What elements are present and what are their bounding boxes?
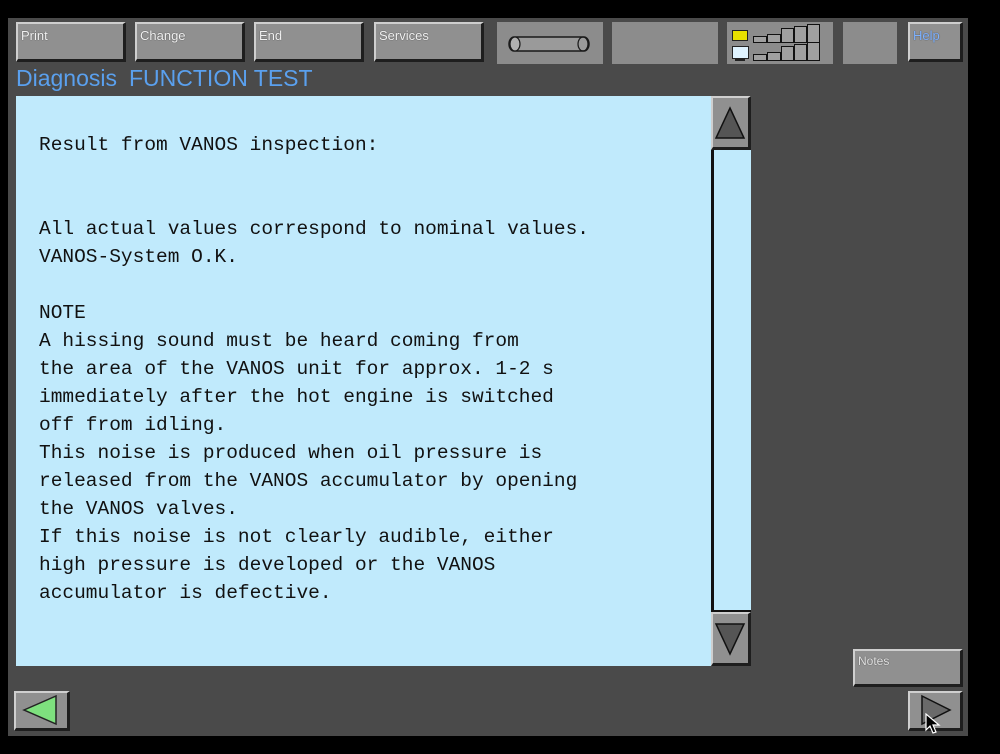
function-label: FUNCTION TEST bbox=[129, 65, 313, 91]
status-icons-panel bbox=[727, 22, 833, 64]
note-line: A hissing sound must be heard coming fro… bbox=[39, 330, 519, 352]
note-line: accumulator is defective. bbox=[39, 582, 332, 604]
note-line: If this noise is not clearly audible, ei… bbox=[39, 526, 554, 548]
note-line: the VANOS valves. bbox=[39, 498, 238, 520]
result-text-panel: Result from VANOS inspection: All actual… bbox=[16, 96, 711, 666]
notes-button[interactable]: Notes bbox=[853, 649, 963, 687]
end-button[interactable]: End bbox=[254, 22, 364, 62]
back-button[interactable] bbox=[14, 691, 70, 731]
scroll-up-button[interactable] bbox=[711, 96, 751, 150]
status-display-blank bbox=[612, 22, 718, 64]
scroll-down-button[interactable] bbox=[711, 612, 751, 666]
triangle-down-icon bbox=[714, 623, 746, 656]
chip-icon bbox=[732, 30, 748, 41]
mouse-cursor-icon bbox=[925, 713, 941, 734]
progress-indicator bbox=[497, 22, 603, 64]
section-label: Diagnosis bbox=[16, 65, 117, 91]
note-line: high pressure is developed or the VANOS bbox=[39, 554, 496, 576]
triangle-up-icon bbox=[714, 106, 746, 139]
change-button[interactable]: Change bbox=[135, 22, 245, 62]
scrollbar[interactable] bbox=[711, 96, 751, 666]
note-line: the area of the VANOS unit for approx. 1… bbox=[39, 358, 554, 380]
result-line: VANOS-System O.K. bbox=[39, 246, 238, 268]
arrow-left-icon bbox=[22, 694, 57, 726]
screen: Print Change End Services Help Diagnosis… bbox=[8, 18, 968, 736]
help-button[interactable]: Help bbox=[908, 22, 963, 62]
result-line: All actual values correspond to nominal … bbox=[39, 218, 589, 240]
page-title: Diagnosis FUNCTION TEST bbox=[16, 64, 313, 92]
status-display-blank-2 bbox=[843, 22, 897, 64]
note-line: immediately after the hot engine is swit… bbox=[39, 386, 554, 408]
result-heading: Result from VANOS inspection: bbox=[39, 134, 379, 156]
note-line: released from the VANOS accumulator by o… bbox=[39, 470, 578, 492]
note-title: NOTE bbox=[39, 302, 86, 324]
note-line: This noise is produced when oil pressure… bbox=[39, 442, 543, 464]
print-button[interactable]: Print bbox=[16, 22, 126, 62]
scroll-track[interactable] bbox=[711, 150, 751, 612]
note-line: off from idling. bbox=[39, 414, 227, 436]
services-button[interactable]: Services bbox=[374, 22, 484, 62]
cylinder-icon bbox=[508, 36, 590, 52]
